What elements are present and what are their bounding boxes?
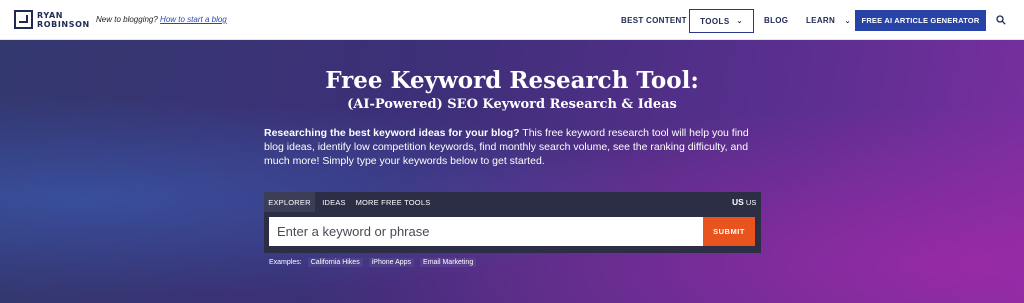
tagline: New to blogging? How to start a blog — [96, 15, 227, 24]
tab-explorer[interactable]: EXPLORER — [264, 192, 315, 212]
page-title: Free Keyword Research Tool: — [325, 67, 699, 94]
hero-description-lead: Researching the best keyword ideas for y… — [264, 127, 520, 139]
chevron-down-icon: ⌄ — [844, 18, 851, 25]
chevron-down-icon: ⌄ — [736, 18, 743, 25]
country-code-bold: US — [732, 197, 744, 207]
hero-description: Researching the best keyword ideas for y… — [264, 126, 764, 168]
country-selector[interactable]: US US — [732, 197, 756, 207]
logo-line-2: ROBINSON — [37, 19, 90, 29]
example-california-hikes[interactable]: California Hikes — [307, 258, 363, 267]
logo-mark-icon — [14, 10, 33, 29]
logo-text: RYAN ROBINSON — [37, 11, 90, 29]
tab-ideas[interactable]: IDEAS — [315, 192, 353, 212]
nav-blog[interactable]: BLOG — [764, 16, 788, 25]
submit-button[interactable]: SUBMIT — [703, 217, 755, 246]
examples-row: Examples: California Hikes iPhone Apps E… — [269, 258, 477, 267]
site-logo[interactable]: RYAN ROBINSON — [14, 10, 90, 29]
site-header: RYAN ROBINSON New to blogging? How to st… — [0, 0, 1024, 40]
nav-tools-label: TOOLS — [700, 16, 730, 26]
country-code: US — [745, 198, 757, 207]
keyword-input[interactable] — [269, 217, 703, 246]
nav-learn-label: LEARN — [806, 16, 836, 25]
tagline-text: New to blogging? — [96, 15, 161, 24]
nav-tools[interactable]: TOOLS ⌄ — [689, 9, 754, 33]
example-email-marketing[interactable]: Email Marketing — [420, 258, 477, 267]
free-ai-article-generator-button[interactable]: FREE AI ARTICLE GENERATOR — [855, 10, 986, 31]
examples-label: Examples: — [269, 259, 302, 266]
tab-more-free-tools[interactable]: MORE FREE TOOLS — [353, 192, 433, 212]
search-tabs: EXPLORER IDEAS MORE FREE TOOLS — [264, 192, 761, 212]
nav-learn[interactable]: LEARN ⌄ — [806, 16, 851, 25]
logo-line-1: RYAN — [37, 10, 64, 20]
nav-best-content[interactable]: BEST CONTENT — [621, 16, 687, 25]
search-icon[interactable] — [996, 15, 1006, 25]
hero-section: Free Keyword Research Tool: (AI-Powered)… — [0, 40, 1024, 303]
example-iphone-apps[interactable]: iPhone Apps — [368, 258, 415, 267]
page-subtitle: (AI-Powered) SEO Keyword Research & Idea… — [347, 97, 677, 112]
start-blog-link[interactable]: How to start a blog — [160, 15, 227, 24]
